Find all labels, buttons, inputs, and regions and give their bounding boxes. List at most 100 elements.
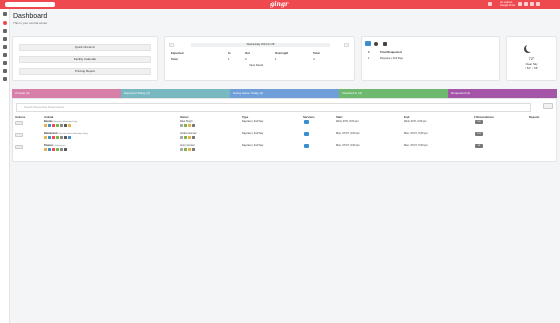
table-row-animal[interactable]: Bennie (Bernese Mountain Dog) bbox=[44, 120, 77, 123]
facility-calendar-button[interactable]: Facility Calendar bbox=[19, 56, 151, 63]
calendar-icon[interactable] bbox=[3, 29, 7, 33]
animal-name: Bluebmont bbox=[44, 132, 58, 135]
end-time: Mon, 07/27, 5:00 pm bbox=[404, 132, 428, 135]
col-out: Out bbox=[245, 51, 250, 55]
reservations-count[interactable]: 150 bbox=[475, 120, 483, 124]
start-time: Mon, 07/27, 9:00 am bbox=[336, 144, 360, 147]
th-type: Type bbox=[242, 115, 249, 119]
grid-icon[interactable] bbox=[536, 2, 540, 6]
tab-checked-in[interactable]: Checked In (4) bbox=[339, 89, 448, 98]
admin-icon[interactable] bbox=[3, 77, 7, 81]
reservations-count[interactable]: 153 bbox=[475, 132, 483, 136]
tab-arrivals[interactable]: Arrivals (3) bbox=[12, 89, 121, 98]
requested-type: Daycare | Full Day bbox=[380, 56, 403, 60]
top-bar: gingr Ari Latinos Google Drive bbox=[0, 0, 560, 9]
reservations-icon[interactable] bbox=[3, 37, 7, 41]
col-overnight: Overnight bbox=[275, 51, 289, 55]
owner-name[interactable]: Andrei Gomez bbox=[180, 132, 197, 135]
help-icon[interactable] bbox=[524, 2, 528, 6]
reservation-type: Daycare | Full Day bbox=[242, 132, 264, 135]
prev-day-button[interactable] bbox=[169, 43, 174, 47]
tab-going-home-today[interactable]: Going Home Today (4) bbox=[230, 89, 339, 98]
col-total-requested: Total Requested bbox=[380, 50, 402, 54]
th-animal: Animal bbox=[44, 115, 54, 119]
reservations-count[interactable]: 28 bbox=[475, 144, 483, 148]
animal-alert-icons bbox=[44, 136, 71, 139]
dog-filter-icon[interactable] bbox=[365, 41, 371, 46]
quick-checkin-button[interactable]: Quick Check In bbox=[19, 44, 151, 51]
owner-icons bbox=[180, 136, 195, 139]
tab-requested[interactable]: Requested (3) bbox=[448, 89, 557, 98]
animal-breed: (Greater Swiss Mountain Dog) bbox=[58, 133, 88, 135]
settings-icon[interactable] bbox=[530, 2, 534, 6]
th-deposit: Deposit bbox=[529, 115, 540, 119]
service-badge[interactable] bbox=[304, 132, 309, 136]
col-count: # bbox=[368, 50, 370, 54]
row-total-label: Total bbox=[171, 57, 178, 61]
user-info[interactable]: Ari Latinos Google Drive bbox=[500, 1, 515, 7]
row-actions-button[interactable] bbox=[15, 133, 23, 137]
owner-name[interactable]: Ravi Singh bbox=[180, 120, 193, 123]
calendar-date: Wednesday 2021-07-28 bbox=[191, 43, 330, 47]
table-row-animal[interactable]: Bluebmont (Greater Swiss Mountain Dog) bbox=[44, 132, 88, 135]
truck-icon[interactable] bbox=[3, 61, 7, 65]
weather-card: 72° Clear Sky ↑ 81° ↓ 63° bbox=[506, 36, 557, 81]
reservations-table-card: Search Requested Reservations bbox=[12, 98, 557, 162]
message-icon[interactable] bbox=[518, 2, 522, 6]
home-icon[interactable] bbox=[3, 12, 7, 16]
other-filter-icon[interactable] bbox=[383, 42, 387, 46]
weather-temp: 72° bbox=[528, 56, 535, 61]
user-role: Google Drive bbox=[500, 4, 516, 7]
th-reservations: # Reservations bbox=[474, 115, 494, 119]
th-end: End bbox=[404, 115, 410, 119]
start-time: Mon, 07/27, 9:00 am bbox=[336, 132, 360, 135]
owner-icons bbox=[180, 124, 195, 127]
weather-range: ↑ 81° ↓ 63° bbox=[524, 66, 539, 70]
view-detail-link[interactable]: View Detail bbox=[249, 63, 263, 67]
animal-name: Bennie bbox=[44, 120, 53, 123]
animal-alert-icons bbox=[44, 124, 71, 127]
start-time: Wed, 07/6, 9:00 pm bbox=[336, 120, 359, 123]
row-actions-button[interactable] bbox=[15, 121, 23, 125]
tab-expected-today[interactable]: Expected Today (4) bbox=[121, 89, 230, 98]
animal-breed: (Chihuahua) bbox=[53, 145, 66, 147]
reports-icon[interactable] bbox=[3, 53, 7, 57]
heart-icon[interactable] bbox=[3, 21, 7, 25]
page-subtitle: This is your central center bbox=[13, 21, 48, 25]
reservation-type: Daycare | Full Day bbox=[242, 144, 264, 147]
cart-icon[interactable] bbox=[3, 45, 7, 49]
th-owner: Owner bbox=[180, 115, 189, 119]
quick-actions-card: Quick Check In Facility Calendar Printin… bbox=[12, 36, 158, 81]
notification-icon[interactable] bbox=[488, 2, 492, 6]
next-day-button[interactable] bbox=[344, 43, 349, 47]
owner-icons bbox=[180, 148, 195, 151]
col-total: Total bbox=[313, 51, 320, 55]
animal-alert-icons bbox=[44, 148, 67, 151]
row-total-out: 0 bbox=[245, 57, 247, 61]
row-total-overnight: 1 bbox=[275, 57, 277, 61]
th-actions: Actions bbox=[15, 115, 26, 119]
service-badge[interactable] bbox=[304, 120, 309, 124]
row-actions-button[interactable] bbox=[15, 145, 23, 149]
calendar-summary-card: Wednesday 2021-07-28 Expected In Out Ove… bbox=[164, 36, 355, 81]
refresh-button[interactable] bbox=[543, 103, 553, 109]
table-row-animal[interactable]: Peanut (Chihuahua) bbox=[44, 144, 65, 147]
row-total-in: 1 bbox=[228, 57, 230, 61]
app-logo: gingr bbox=[270, 1, 289, 8]
th-services: Services bbox=[303, 115, 315, 119]
end-time: Mon, 07/27, 5:00 pm bbox=[404, 144, 428, 147]
sidebar bbox=[0, 9, 10, 323]
cat-filter-icon[interactable] bbox=[374, 42, 378, 46]
col-in: In bbox=[228, 51, 231, 55]
service-badge[interactable] bbox=[304, 144, 309, 148]
moon-icon bbox=[526, 44, 534, 52]
row-total-total: 4 bbox=[313, 57, 315, 61]
owner-name[interactable]: Jerry Gomez bbox=[180, 144, 195, 147]
chart-icon[interactable] bbox=[3, 69, 7, 73]
animal-breed: (Bernese Mountain Dog) bbox=[53, 121, 78, 123]
printing-report-button[interactable]: Printing Report bbox=[19, 68, 151, 75]
global-search-input[interactable] bbox=[5, 2, 55, 7]
reservations-search-input[interactable]: Search Requested Reservations bbox=[16, 103, 531, 112]
requested-summary-card: # Total Requested 1 Daycare | Full Day bbox=[361, 36, 500, 81]
page-title: Dashboard bbox=[13, 13, 48, 20]
